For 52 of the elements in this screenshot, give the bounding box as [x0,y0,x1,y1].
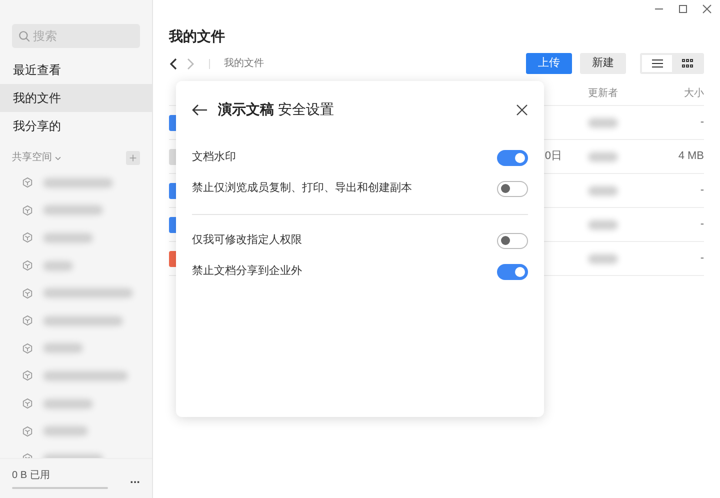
new-button[interactable]: 新建 [580,53,626,74]
section-header: 共享空间 [12,150,52,165]
setting-label: 文档水印 [192,150,236,166]
plus-icon [129,154,137,162]
toggle-switch[interactable] [497,180,528,196]
blurred-text [43,178,113,188]
table-cell-text: 0日 [544,149,562,164]
add-button[interactable] [126,150,140,164]
table-cell-text: 4 MB [677,149,704,164]
toggle-switch[interactable] [497,232,528,248]
column-header: 大小 [683,86,704,101]
page-title: 我的文件 [169,27,226,46]
forward-icon[interactable] [185,58,195,70]
close-icon[interactable] [702,4,712,14]
close-icon[interactable] [516,104,528,116]
blurred-text [588,186,618,196]
blurred-text [588,118,618,128]
blurred-text [43,343,83,354]
search-field[interactable]: 搜索 [12,24,140,48]
more-button[interactable]: ... [130,470,140,488]
blurred-text [43,398,93,409]
table-cell-text: - [699,183,704,198]
column-header: 更新者 [587,86,619,101]
blurred-text [43,260,73,271]
blurred-text [43,232,93,243]
blurred-text [588,152,618,162]
toggle-switch[interactable] [497,264,528,280]
nav-item[interactable]: 最近查看 [0,56,152,84]
toggle-switch[interactable] [497,150,528,166]
grid-icon [682,59,692,68]
setting-label: 禁止文档分享到企业外 [192,264,302,280]
nav-item[interactable]: 我的文件 [0,84,152,112]
back-arrow-icon[interactable] [192,104,208,116]
list-icon [652,59,662,68]
search-icon [18,30,31,43]
list-view-button[interactable] [642,55,672,72]
upload-button[interactable]: 上传 [526,53,572,74]
blurred-text [43,205,103,216]
breadcrumb[interactable]: 我的文件 [224,56,264,71]
dialog-title: 演示文稿 安全设置 [218,100,334,119]
blurred-text [588,254,618,264]
table-cell-text: - [699,251,704,266]
back-icon[interactable] [169,58,179,70]
setting-label: 仅我可修改指定人权限 [192,232,302,248]
blurred-text [43,426,88,436]
storage-usage: 0 B 已用 [12,469,51,483]
blurred-text [588,220,618,230]
nav-item[interactable]: 我分享的 [0,112,152,140]
setting-label: 禁止仅浏览成员复制、打印、导出和创建副本 [192,180,412,196]
maximize-icon[interactable] [678,4,688,14]
table-cell-text: - [699,115,704,130]
table-cell-text: - [699,217,704,232]
